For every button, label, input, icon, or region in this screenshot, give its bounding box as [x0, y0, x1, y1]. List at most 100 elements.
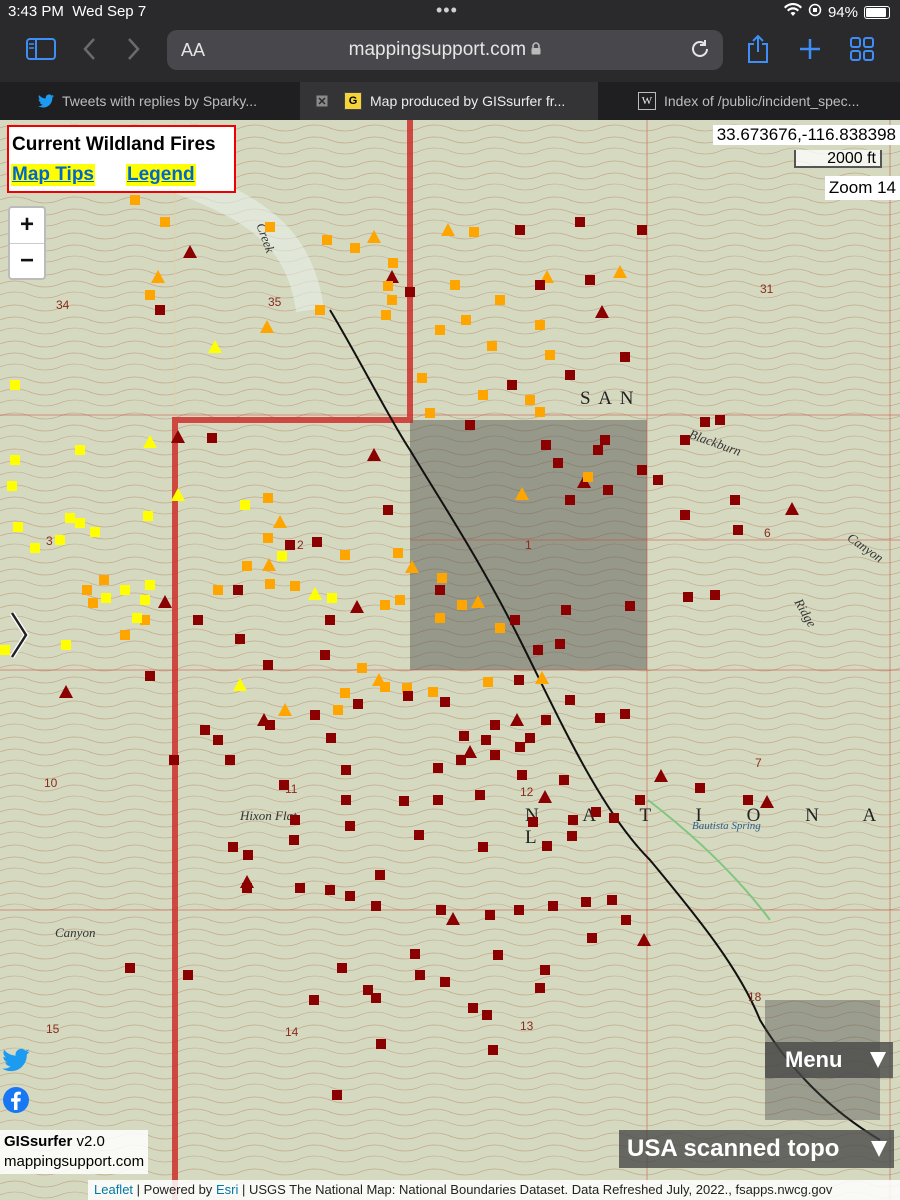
- fire-square-marker[interactable]: [61, 640, 71, 650]
- fire-triangle-marker[interactable]: [538, 790, 552, 803]
- fire-triangle-marker[interactable]: [515, 487, 529, 500]
- fire-square-marker[interactable]: [10, 380, 20, 390]
- fire-square-marker[interactable]: [436, 905, 446, 915]
- fire-square-marker[interactable]: [587, 933, 597, 943]
- fire-square-marker[interactable]: [240, 500, 250, 510]
- fire-square-marker[interactable]: [535, 407, 545, 417]
- fire-square-marker[interactable]: [478, 390, 488, 400]
- fire-square-marker[interactable]: [120, 585, 130, 595]
- fire-square-marker[interactable]: [312, 537, 322, 547]
- fire-square-marker[interactable]: [535, 280, 545, 290]
- brand-site[interactable]: mappingsupport.com: [4, 1152, 144, 1172]
- fire-square-marker[interactable]: [410, 949, 420, 959]
- fire-triangle-marker[interactable]: [405, 560, 419, 573]
- fire-square-marker[interactable]: [289, 835, 299, 845]
- zoom-in-button[interactable]: +: [10, 208, 44, 244]
- fire-square-marker[interactable]: [395, 595, 405, 605]
- fire-square-marker[interactable]: [405, 287, 415, 297]
- fire-square-marker[interactable]: [325, 615, 335, 625]
- fire-square-marker[interactable]: [440, 977, 450, 987]
- fire-square-marker[interactable]: [585, 275, 595, 285]
- fire-square-marker[interactable]: [553, 458, 563, 468]
- fire-square-marker[interactable]: [743, 795, 753, 805]
- fire-triangle-marker[interactable]: [151, 270, 165, 283]
- fire-square-marker[interactable]: [481, 735, 491, 745]
- fire-square-marker[interactable]: [263, 493, 273, 503]
- fire-square-marker[interactable]: [428, 687, 438, 697]
- fire-square-marker[interactable]: [514, 675, 524, 685]
- fire-square-marker[interactable]: [160, 217, 170, 227]
- fire-square-marker[interactable]: [683, 592, 693, 602]
- fire-square-marker[interactable]: [350, 243, 360, 253]
- fire-square-marker[interactable]: [695, 783, 705, 793]
- fire-square-marker[interactable]: [525, 395, 535, 405]
- twitter-icon[interactable]: [2, 1048, 30, 1077]
- fire-square-marker[interactable]: [242, 561, 252, 571]
- fire-triangle-marker[interactable]: [510, 713, 524, 726]
- fire-square-marker[interactable]: [533, 645, 543, 655]
- fire-square-marker[interactable]: [82, 585, 92, 595]
- fire-triangle-marker[interactable]: [278, 703, 292, 716]
- fire-square-marker[interactable]: [490, 720, 500, 730]
- fire-square-marker[interactable]: [341, 795, 351, 805]
- fire-square-marker[interactable]: [130, 195, 140, 205]
- fire-square-marker[interactable]: [482, 1010, 492, 1020]
- fire-square-marker[interactable]: [456, 755, 466, 765]
- fire-square-marker[interactable]: [333, 705, 343, 715]
- fire-triangle-marker[interactable]: [471, 595, 485, 608]
- forward-icon[interactable]: [127, 34, 141, 64]
- fire-square-marker[interactable]: [125, 963, 135, 973]
- fire-square-marker[interactable]: [143, 511, 153, 521]
- fire-triangle-marker[interactable]: [595, 305, 609, 318]
- fire-triangle-marker[interactable]: [158, 595, 172, 608]
- fire-square-marker[interactable]: [7, 481, 17, 491]
- fire-square-marker[interactable]: [387, 295, 397, 305]
- fire-triangle-marker[interactable]: [367, 230, 381, 243]
- fire-square-marker[interactable]: [575, 217, 585, 227]
- fire-square-marker[interactable]: [607, 895, 617, 905]
- fire-square-marker[interactable]: [555, 639, 565, 649]
- esri-link[interactable]: Esri: [216, 1182, 238, 1197]
- fire-square-marker[interactable]: [243, 850, 253, 860]
- fire-square-marker[interactable]: [88, 598, 98, 608]
- fire-square-marker[interactable]: [383, 505, 393, 515]
- fire-square-marker[interactable]: [265, 579, 275, 589]
- fire-square-marker[interactable]: [228, 842, 238, 852]
- fire-square-marker[interactable]: [435, 325, 445, 335]
- fire-square-marker[interactable]: [469, 227, 479, 237]
- fire-square-marker[interactable]: [548, 901, 558, 911]
- fire-square-marker[interactable]: [325, 885, 335, 895]
- share-icon[interactable]: [746, 34, 770, 64]
- fire-square-marker[interactable]: [75, 445, 85, 455]
- fire-square-marker[interactable]: [680, 510, 690, 520]
- map-tips-link[interactable]: Map Tips: [11, 164, 95, 186]
- fire-square-marker[interactable]: [528, 817, 538, 827]
- menu-button[interactable]: Menu: [765, 1042, 893, 1078]
- fire-square-marker[interactable]: [207, 433, 217, 443]
- fire-triangle-marker[interactable]: [785, 502, 799, 515]
- fire-square-marker[interactable]: [310, 710, 320, 720]
- reload-icon[interactable]: [689, 38, 711, 65]
- fire-square-marker[interactable]: [193, 615, 203, 625]
- fire-square-marker[interactable]: [263, 533, 273, 543]
- fire-square-marker[interactable]: [515, 225, 525, 235]
- fire-square-marker[interactable]: [433, 795, 443, 805]
- fire-square-marker[interactable]: [345, 821, 355, 831]
- fire-square-marker[interactable]: [375, 870, 385, 880]
- fire-square-marker[interactable]: [322, 235, 332, 245]
- chevron-right-icon[interactable]: [8, 610, 30, 665]
- fire-triangle-marker[interactable]: [59, 685, 73, 698]
- fire-square-marker[interactable]: [593, 445, 603, 455]
- fire-square-marker[interactable]: [510, 615, 520, 625]
- fire-triangle-marker[interactable]: [308, 587, 322, 600]
- fire-square-marker[interactable]: [493, 950, 503, 960]
- fire-square-marker[interactable]: [433, 763, 443, 773]
- fire-square-marker[interactable]: [169, 755, 179, 765]
- fire-square-marker[interactable]: [440, 697, 450, 707]
- fire-square-marker[interactable]: [487, 341, 497, 351]
- fire-square-marker[interactable]: [637, 225, 647, 235]
- zoom-out-button[interactable]: −: [10, 244, 44, 279]
- fire-square-marker[interactable]: [30, 543, 40, 553]
- fire-square-marker[interactable]: [488, 1045, 498, 1055]
- fire-triangle-marker[interactable]: [273, 515, 287, 528]
